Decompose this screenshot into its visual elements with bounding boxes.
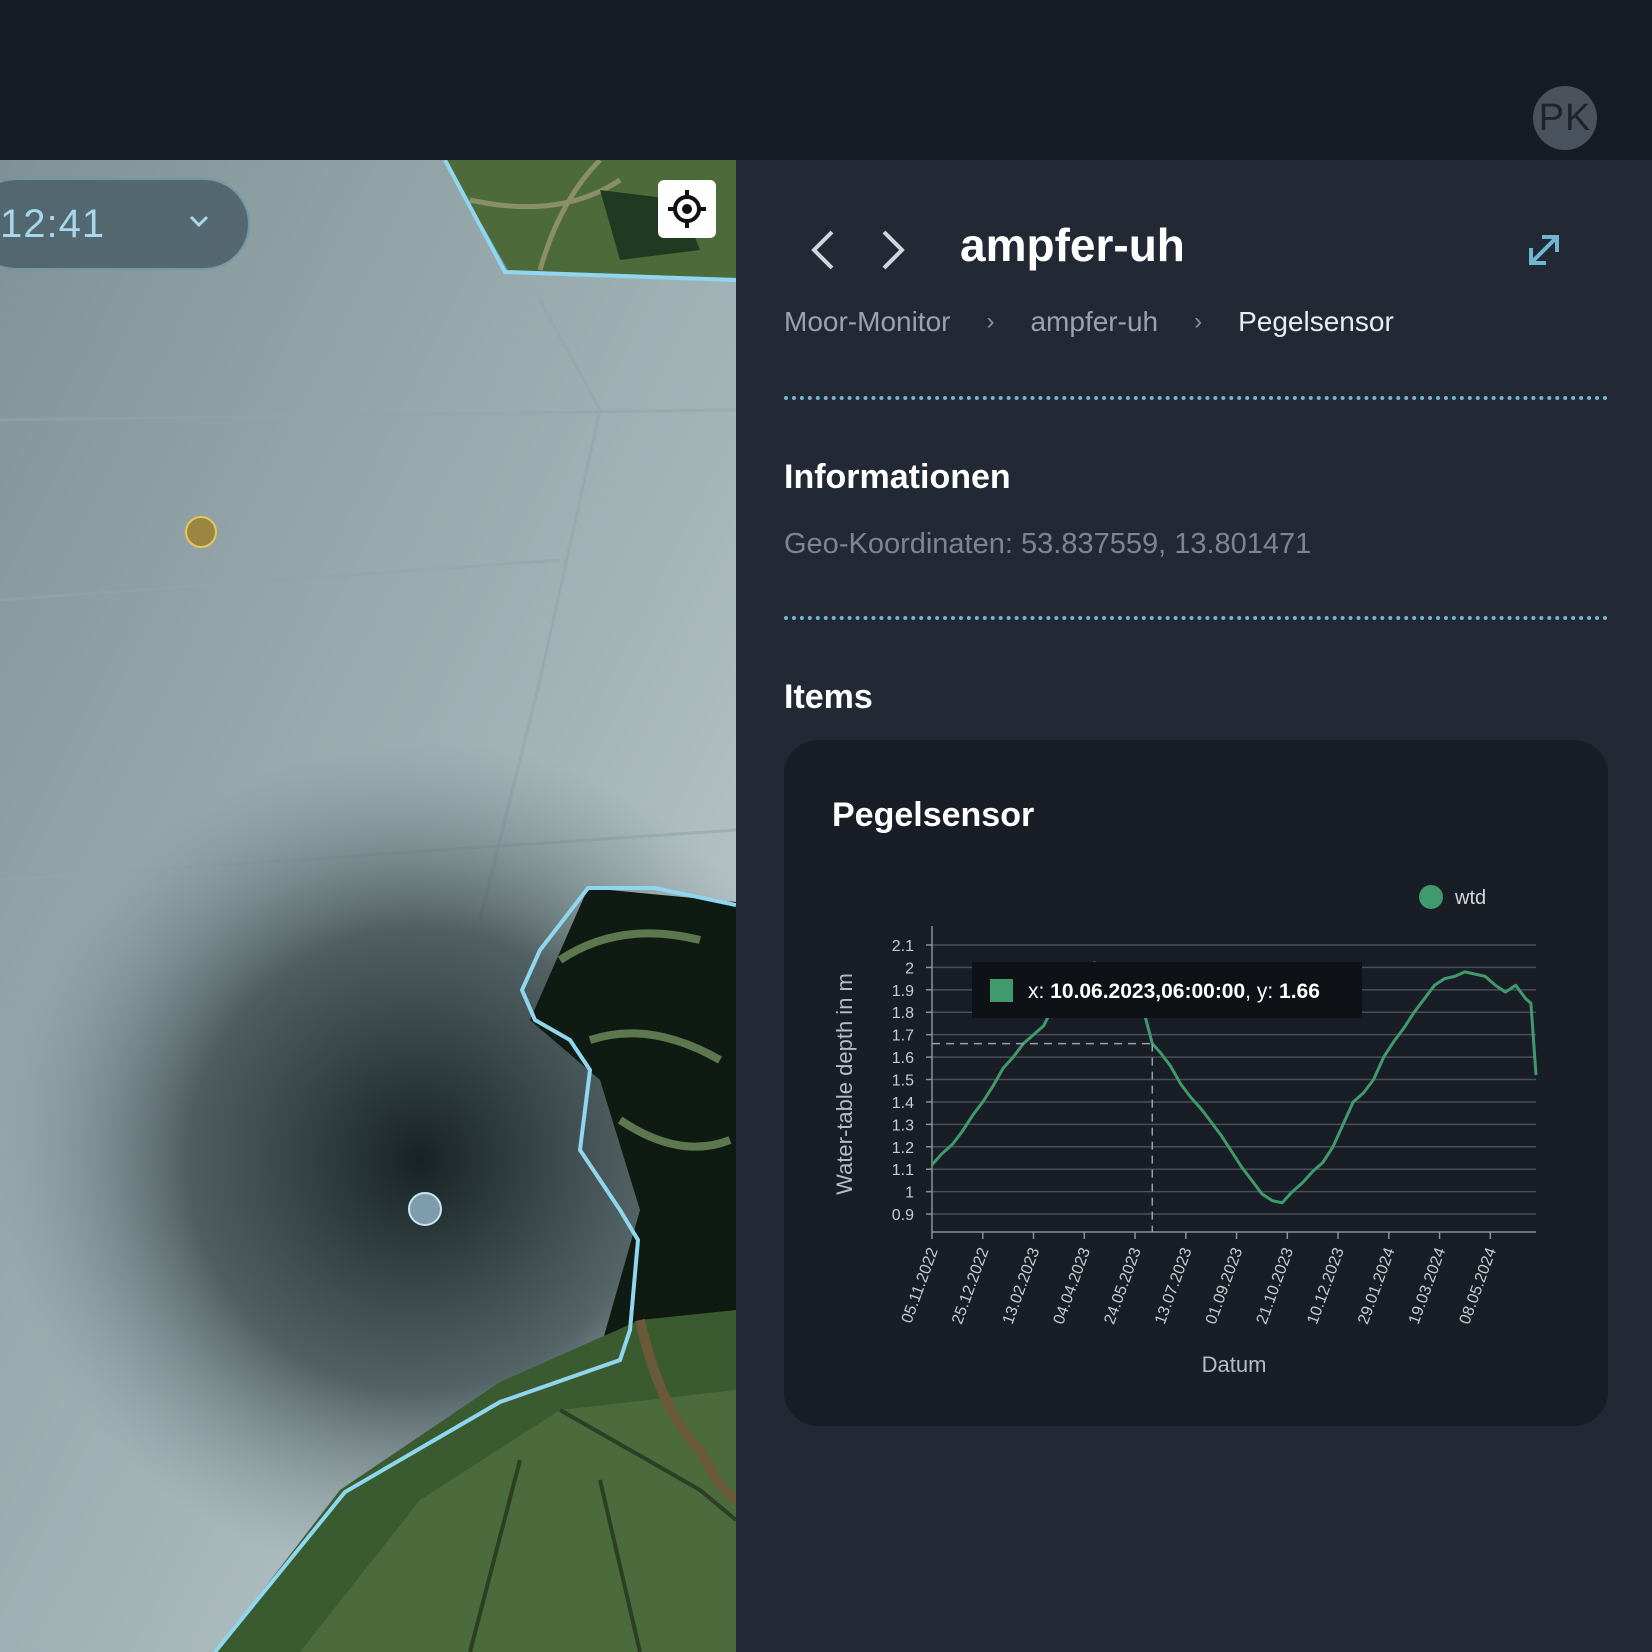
y-tick-label: 2 [905, 960, 914, 977]
x-tick-label: 08.05.2024 [1457, 1245, 1500, 1326]
section-divider [784, 396, 1608, 400]
geo-coordinates: Geo-Koordinaten: 53.837559, 13.801471 [784, 528, 1311, 561]
tooltip-color-swatch [990, 979, 1013, 1002]
chevron-left-icon[interactable] [806, 228, 840, 272]
map-imagery [0, 160, 736, 1652]
y-tick-label: 1 [905, 1185, 914, 1202]
y-tick-label: 1.2 [892, 1140, 914, 1157]
breadcrumb: Moor-Monitor › ampfer-uh › Pegelsensor [784, 306, 1394, 338]
y-tick-label: 1.1 [892, 1162, 914, 1179]
y-tick-label: 1.5 [892, 1073, 914, 1090]
x-tick-label: 29.01.2024 [1355, 1245, 1398, 1326]
x-tick-label: 01.09.2023 [1203, 1245, 1246, 1326]
chevron-right-icon[interactable] [876, 228, 910, 272]
time-select-value: 12:41 [0, 201, 106, 246]
chevron-down-icon [189, 215, 209, 228]
top-bar: PK [0, 0, 1652, 160]
breadcrumb-item-current: Pegelsensor [1238, 306, 1394, 337]
user-avatar[interactable]: PK [1533, 86, 1597, 150]
sensor-marker-blue[interactable] [408, 1192, 442, 1226]
x-axis-title: Datum [1202, 1352, 1267, 1377]
y-tick-label: 0.9 [892, 1207, 914, 1224]
tooltip-text-part: x: [1028, 980, 1050, 1003]
x-tick-label: 24.05.2023 [1101, 1245, 1144, 1326]
x-tick-label: 19.03.2024 [1406, 1245, 1449, 1326]
y-tick-label: 1.4 [892, 1095, 914, 1112]
y-tick-label: 2.1 [892, 938, 914, 955]
tooltip-text-part: 1.66 [1279, 980, 1320, 1003]
details-panel: ampfer-uh Moor-Monitor › ampfer-uh › Peg… [736, 160, 1652, 1652]
geo-coordinates-value: 53.837559, 13.801471 [1021, 528, 1312, 560]
crosshair-icon [668, 190, 706, 228]
items-heading: Items [784, 678, 873, 716]
breadcrumb-separator: › [1194, 308, 1203, 335]
tooltip-text: x: 10.06.2023,06:00:00, y: 1.66 [1028, 980, 1320, 1003]
expand-icon[interactable] [1524, 230, 1564, 270]
panel-title: ampfer-uh [960, 219, 1185, 271]
time-select[interactable]: 12:41 [0, 178, 250, 270]
x-tick-label: 04.04.2023 [1051, 1245, 1094, 1326]
chart-card: Pegelsensor 0.9 1 1.1 1.2 1.3 1.4 1.5 1.6 1.7 1.8… [784, 740, 1608, 1426]
section-divider [784, 616, 1608, 620]
x-tick-label: 10.12.2023 [1304, 1245, 1347, 1326]
info-heading: Informationen [784, 458, 1011, 496]
x-tick-label: 25.12.2022 [949, 1245, 992, 1326]
x-tick-label: 13.02.2023 [1000, 1245, 1043, 1326]
geo-coordinates-label: Geo-Koordinaten: [784, 528, 1013, 560]
map-view[interactable]: 12:41 [0, 160, 736, 1652]
breadcrumb-separator: › [986, 308, 995, 335]
y-tick-label: 1.9 [892, 983, 914, 1000]
tooltip-text-part: , y: [1245, 980, 1279, 1003]
x-tick-label: 05.11.2022 [899, 1245, 942, 1325]
y-axis-title: Water-table depth in m [832, 973, 857, 1195]
y-tick-label: 1.7 [892, 1028, 914, 1045]
y-tick-label: 1.8 [892, 1005, 914, 1022]
legend-marker [1419, 885, 1443, 909]
breadcrumb-item-moor-monitor[interactable]: Moor-Monitor [784, 306, 950, 338]
y-tick-label: 1.3 [892, 1117, 914, 1134]
x-tick-label: 13.07.2023 [1152, 1245, 1195, 1326]
water-level-chart[interactable]: 0.9 1 1.1 1.2 1.3 1.4 1.5 1.6 1.7 1.8 1.9 2 2.1 05.11… [784, 740, 1608, 1426]
legend-label: wtd [1454, 887, 1486, 909]
locate-button[interactable] [658, 180, 716, 238]
tooltip-text-part: 10.06.2023,06:00:00 [1050, 980, 1245, 1003]
y-tick-label: 1.6 [892, 1050, 914, 1067]
breadcrumb-item-ampfer-uh[interactable]: ampfer-uh [1030, 306, 1158, 338]
x-tick-label: 21.10.2023 [1254, 1245, 1297, 1326]
sensor-marker-yellow[interactable] [185, 516, 217, 548]
